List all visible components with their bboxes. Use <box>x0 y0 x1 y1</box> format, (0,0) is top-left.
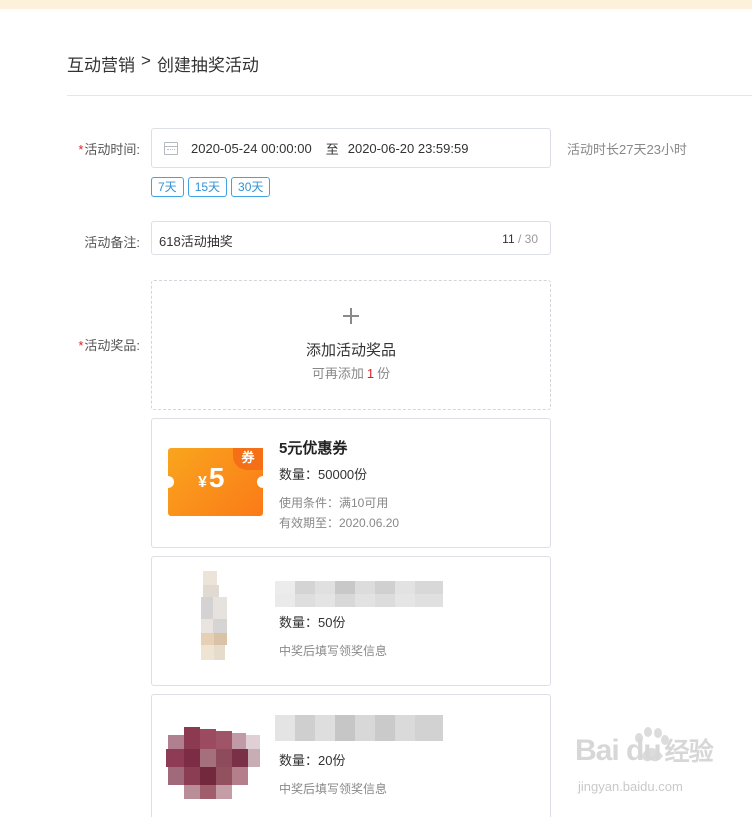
prize-claim-note: 中奖后填写领奖信息 <box>279 782 388 796</box>
quick-range-7-days-button[interactable]: 7天 <box>151 177 184 197</box>
add-prize-remaining: 可再添加 1 份 <box>152 363 550 382</box>
coupon-tag: 券 <box>233 448 263 470</box>
activity-time-label-text: 活动时间: <box>84 142 140 157</box>
calendar-icon <box>164 141 178 155</box>
prize-title-blurred <box>275 715 443 741</box>
prize-quantity: 数量：50份 <box>279 615 346 630</box>
remaining-count: 1 <box>366 366 375 381</box>
prizes-label-text: 活动奖品: <box>84 338 140 353</box>
coupon-value: 5 <box>208 462 225 493</box>
prizes-label: *活动奖品: <box>50 335 140 354</box>
prize-claim-note: 中奖后填写领奖信息 <box>279 644 388 658</box>
top-notice-strip <box>0 0 752 9</box>
product-image-bottle <box>201 571 227 660</box>
start-date[interactable]: 2020-05-24 00:00:00 <box>191 141 312 156</box>
end-date[interactable]: 2020-06-20 23:59:59 <box>348 141 469 156</box>
baidu-jingyan-watermark: Bai du 经验 jingyan.baidu.com <box>575 727 740 802</box>
prize-quantity: 数量：20份 <box>279 753 346 768</box>
prize-condition: 使用条件：满10可用 <box>279 496 389 510</box>
coupon-amount: ¥5 <box>198 462 224 494</box>
date-range-picker[interactable]: 2020-05-24 00:00:00 至 2020-06-20 23:59:5… <box>151 128 551 168</box>
remark-input[interactable]: 618活动抽奖 11 / 30 <box>151 221 551 255</box>
product-image-box <box>166 727 260 799</box>
prize-card-coupon[interactable]: ¥5 券 5元优惠券 数量：50000份 使用条件：满10可用 有效期至：202… <box>151 418 551 548</box>
header-divider <box>67 95 752 96</box>
date-range-separator: 至 <box>325 141 339 157</box>
quick-range-30-days-button[interactable]: 30天 <box>231 177 271 197</box>
remaining-prefix: 可再添加 <box>311 366 364 381</box>
activity-duration: 活动时长27天23小时 <box>567 142 687 157</box>
watermark-url: jingyan.baidu.com <box>578 779 683 794</box>
prize-expiry: 有效期至：2020.06.20 <box>279 516 400 530</box>
add-prize-title: 添加活动奖品 <box>305 342 396 359</box>
remark-char-count: 11 / 30 <box>502 232 538 246</box>
remark-count-current: 11 <box>502 232 515 246</box>
required-mark: * <box>78 142 84 157</box>
plus-icon <box>343 308 359 324</box>
watermark-brand-cn: 经验 <box>664 738 714 766</box>
required-mark: * <box>78 338 84 353</box>
watermark-logo: Bai du 经验 <box>575 732 714 768</box>
prize-card-product-1[interactable]: 数量：50份 中奖后填写领奖信息 <box>151 556 551 686</box>
breadcrumb-parent[interactable]: 互动营销 <box>67 51 135 76</box>
remark-count-max: 30 <box>524 232 538 246</box>
remark-label: 活动备注: <box>84 235 140 250</box>
breadcrumb-separator: > <box>141 51 151 70</box>
prize-quantity: 数量：50000份 <box>279 467 368 482</box>
remark-count-sep: / <box>514 232 525 246</box>
prize-title-blurred <box>275 581 443 607</box>
breadcrumb: 互动营销 > 创建抽奖活动 <box>67 51 259 76</box>
coupon-notch-right <box>257 476 269 488</box>
activity-time-label: *活动时间: <box>50 139 140 158</box>
quick-range-buttons: 7天 15天 30天 <box>151 177 271 197</box>
remark-value: 618活动抽奖 <box>159 234 233 249</box>
watermark-brand: Bai du <box>575 734 662 767</box>
coupon-image: ¥5 券 <box>162 448 269 516</box>
coupon-currency: ¥ <box>198 474 207 491</box>
add-prize-button[interactable]: 添加活动奖品 可再添加 1 份 <box>151 280 551 410</box>
prize-title: 5元优惠券 <box>279 440 348 457</box>
breadcrumb-current: 创建抽奖活动 <box>156 56 259 75</box>
prize-card-product-2[interactable]: 数量：20份 中奖后填写领奖信息 <box>151 694 551 817</box>
remaining-suffix: 份 <box>377 366 391 381</box>
quick-range-15-days-button[interactable]: 15天 <box>187 177 228 197</box>
coupon-notch-left <box>162 476 174 488</box>
